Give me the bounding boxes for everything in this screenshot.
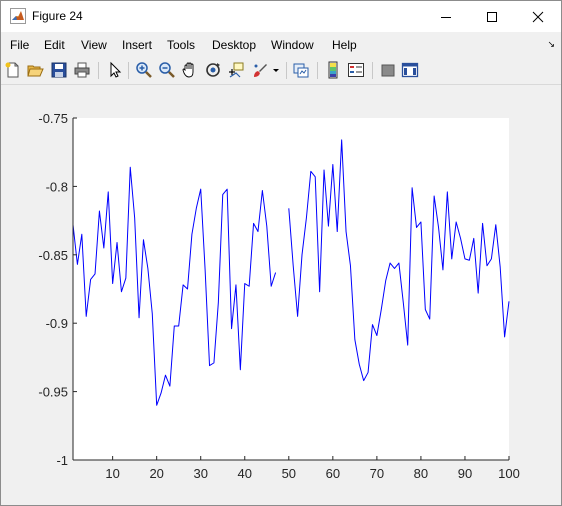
matlab-logo-icon (10, 8, 26, 24)
x-tick-label: 40 (238, 466, 252, 481)
menu-edit[interactable]: Edit (44, 38, 65, 52)
x-tick-label: 30 (193, 466, 207, 481)
zoom-out-icon (159, 62, 175, 78)
menu-help[interactable]: Help (332, 38, 357, 52)
brush-button[interactable] (251, 61, 269, 79)
hide-plot-tools-button[interactable] (379, 61, 397, 79)
y-tick-label: -0.9 (46, 316, 68, 331)
brush-dropdown-icon (273, 69, 279, 72)
x-tick-label: 90 (458, 466, 472, 481)
colorbar-icon (328, 61, 338, 79)
close-button[interactable] (515, 1, 561, 32)
link-plot-icon (293, 63, 309, 78)
legend-button[interactable] (347, 61, 365, 79)
zoom-in-icon (136, 62, 152, 78)
x-tick-label: 50 (282, 466, 296, 481)
x-tick-label: 100 (498, 466, 520, 481)
brush-dropdown-button[interactable] (271, 61, 281, 79)
close-icon (532, 11, 544, 23)
show-plot-tools-button[interactable] (401, 61, 419, 79)
save-icon (51, 62, 67, 78)
menu-window[interactable]: Window (271, 38, 314, 52)
menu-overflow-arrow-icon[interactable]: ↘ (547, 39, 555, 50)
open-file-button[interactable] (26, 61, 44, 79)
legend-icon (348, 63, 364, 77)
rotate-3d-icon (206, 63, 220, 77)
pointer-icon (110, 61, 122, 78)
axes-background[interactable] (73, 118, 509, 460)
y-tick-label: -0.75 (38, 111, 68, 126)
toolbar-separator (128, 62, 129, 79)
x-tick-label: 60 (326, 466, 340, 481)
print-button[interactable] (73, 61, 91, 79)
minimize-icon (441, 17, 451, 18)
hide-plot-tools-icon (381, 64, 395, 77)
toolbar-separator (372, 62, 373, 79)
colorbar-button[interactable] (324, 61, 342, 79)
toolbar-separator (98, 62, 99, 79)
pan-icon (182, 62, 194, 78)
toolbar-separator (286, 62, 287, 79)
menu-tools[interactable]: Tools (167, 38, 195, 52)
x-tick-label: 70 (370, 466, 384, 481)
menu-bar: File Edit View Insert Tools Desktop Wind… (1, 32, 561, 57)
toolbar-separator (317, 62, 318, 79)
pointer-button[interactable] (106, 61, 124, 79)
y-tick-label: -0.8 (46, 179, 68, 194)
figure-window: Figure 24 File Edit View Insert Tools De… (0, 0, 562, 506)
minimize-button[interactable] (423, 1, 469, 32)
pan-button[interactable] (181, 61, 199, 79)
menu-desktop[interactable]: Desktop (212, 38, 256, 52)
data-cursor-icon (229, 62, 244, 78)
save-button[interactable] (50, 61, 68, 79)
new-figure-icon (5, 62, 19, 78)
y-tick-label: -0.95 (38, 385, 68, 400)
menu-insert[interactable]: Insert (122, 38, 152, 52)
x-tick-label: 10 (105, 466, 119, 481)
new-figure-button[interactable] (4, 61, 22, 79)
data-cursor-button[interactable] (227, 61, 245, 79)
y-tick-label: -1 (56, 453, 68, 468)
brush-icon (254, 64, 267, 77)
menu-view[interactable]: View (81, 38, 107, 52)
print-icon (74, 62, 90, 78)
figure-canvas: 10 20 30 40 50 60 70 80 90 100 -1 -0.95 -0.9 -0.85 -0.… (1, 85, 561, 505)
maximize-button[interactable] (469, 1, 515, 32)
x-tick-label: 20 (149, 466, 163, 481)
open-file-icon (27, 65, 44, 77)
line-plot[interactable]: 10 20 30 40 50 60 70 80 90 100 -1 -0.95 -0.9 -0.85 -0.… (1, 85, 561, 505)
figure-toolbar (1, 57, 561, 85)
rotate-3d-button[interactable] (204, 61, 222, 79)
y-tick-label: -0.85 (38, 248, 68, 263)
show-plot-tools-icon (401, 62, 419, 78)
zoom-in-button[interactable] (135, 61, 153, 79)
maximize-icon (487, 12, 497, 22)
title-bar[interactable]: Figure 24 (1, 1, 561, 32)
menu-file[interactable]: File (10, 38, 29, 52)
link-plot-button[interactable] (292, 61, 310, 79)
x-tick-label: 80 (414, 466, 428, 481)
zoom-out-button[interactable] (158, 61, 176, 79)
window-title: Figure 24 (32, 9, 83, 23)
